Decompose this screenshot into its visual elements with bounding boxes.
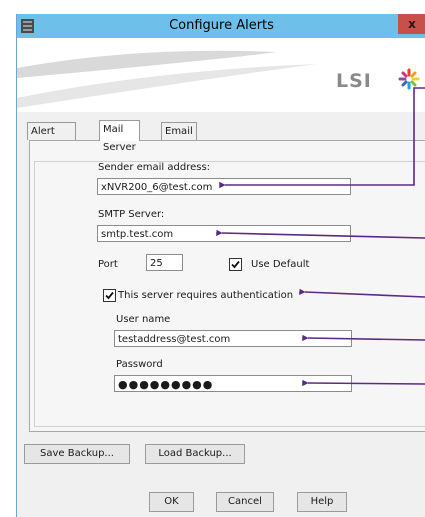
annotation-arrow-auth: [299, 288, 425, 298]
annotation-arrow-username: [302, 334, 425, 342]
annotation-arrows: [216, 87, 425, 387]
annotation-arrow-sender: [219, 87, 425, 189]
tab-mail-server[interactable]: Mail Server: [99, 120, 140, 153]
annotation-arrow-smtp: [216, 229, 425, 239]
annotation-arrow-password: [302, 379, 425, 387]
